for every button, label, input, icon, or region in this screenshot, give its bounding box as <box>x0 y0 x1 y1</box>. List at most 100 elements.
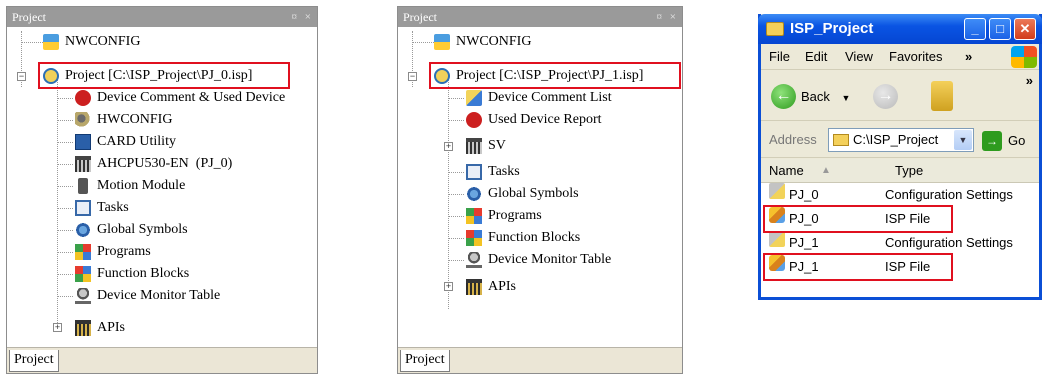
file-type: Configuration Settings <box>885 187 1013 202</box>
tree-item-device-monitor[interactable]: Device Monitor Table <box>75 285 220 307</box>
back-button[interactable]: ← Back ▼ <box>771 84 850 110</box>
panel-title: Project <box>403 10 437 24</box>
address-dropdown-icon[interactable]: ▼ <box>954 130 972 150</box>
tab-project[interactable]: Project <box>400 350 450 372</box>
menu-overflow-chevron-icon[interactable]: » <box>965 44 972 70</box>
apis-icon <box>466 279 482 295</box>
apis-icon <box>75 320 91 336</box>
nwconfig-icon <box>43 34 59 50</box>
tree-item-label: Device Comment & Used Device <box>97 90 286 105</box>
minimize-button[interactable]: _ <box>964 18 986 40</box>
tab-project[interactable]: Project <box>9 350 59 372</box>
toolbar-overflow-chevron-icon[interactable]: » <box>1026 73 1033 88</box>
tree-item-apis[interactable]: APIs <box>466 276 516 298</box>
project-panel-pj0: Project ¤ × − + NWCONFIG Project [C:\ISP… <box>6 6 318 374</box>
tree-item-label: CARD Utility <box>97 134 176 149</box>
file-row[interactable]: PJ_1 Configuration Settings <box>761 231 1039 255</box>
highlight-box <box>763 205 953 233</box>
tree-item-apis[interactable]: APIs <box>75 317 125 339</box>
tree-item-label: NWCONFIG <box>456 34 532 49</box>
tree-item-device-comment-list[interactable]: Device Comment List <box>466 87 612 109</box>
tree-item-global-symbols[interactable]: Global Symbols <box>466 183 579 205</box>
maximize-button[interactable]: □ <box>989 18 1011 40</box>
tree-item-device-monitor[interactable]: Device Monitor Table <box>466 249 611 271</box>
used-device-report-icon <box>466 112 482 128</box>
collapse-toggle[interactable]: − <box>408 72 417 81</box>
tree-item-label: Device Comment List <box>488 90 612 105</box>
column-header-type[interactable]: Type <box>895 159 923 183</box>
tree-item-card-utility[interactable]: CARD Utility <box>75 131 176 153</box>
tree-item-programs[interactable]: Programs <box>75 241 151 263</box>
expand-toggle[interactable]: + <box>444 142 453 151</box>
tree-item-label: Tasks <box>488 164 520 179</box>
panel-footer: Project <box>398 347 682 373</box>
project-panel-pj1: Project ¤ × − + + NWCONFIG Project [C:\I… <box>397 6 683 374</box>
tree-item-label: Motion Module <box>97 178 186 193</box>
file-row[interactable]: PJ_0 Configuration Settings <box>761 183 1039 207</box>
config-file-icon <box>769 231 785 247</box>
device-monitor-icon <box>75 288 91 304</box>
expand-toggle[interactable]: + <box>444 282 453 291</box>
cpu-icon <box>75 156 91 172</box>
dropdown-arrow-icon[interactable]: ▼ <box>842 93 851 103</box>
tree-item-function-blocks[interactable]: Function Blocks <box>466 227 580 249</box>
menu-view[interactable]: View <box>845 44 873 70</box>
tree-item-hwconfig[interactable]: HWCONFIG <box>75 109 172 131</box>
close-icon[interactable]: × <box>670 7 676 27</box>
device-comment-icon <box>75 90 91 106</box>
nwconfig-icon <box>434 34 450 50</box>
address-label: Address <box>769 132 817 147</box>
pin-icon[interactable]: ¤ <box>657 7 663 27</box>
programs-icon <box>75 244 91 260</box>
tree-item-label: HWCONFIG <box>97 112 173 127</box>
tree-item-function-blocks[interactable]: Function Blocks <box>75 263 189 285</box>
close-button[interactable]: ✕ <box>1014 18 1036 40</box>
tree-item-programs[interactable]: Programs <box>466 205 542 227</box>
menu-file[interactable]: File <box>769 44 790 70</box>
column-header-name[interactable]: Name <box>769 159 804 183</box>
tree-item-global-symbols[interactable]: Global Symbols <box>75 219 188 241</box>
menu-bar: File Edit View Favorites » <box>761 44 1039 70</box>
tree-item-label: Programs <box>488 208 542 223</box>
tree-item-used-device-report[interactable]: Used Device Report <box>466 109 602 131</box>
tree-item-tasks[interactable]: Tasks <box>466 161 520 183</box>
file-name: PJ_0 <box>789 187 819 202</box>
tree-item-cpu[interactable]: AHCPU530-EN (PJ_0) <box>75 153 232 175</box>
function-blocks-icon <box>75 266 91 282</box>
window-title: ISP_Project <box>790 20 874 37</box>
tree-item-tasks[interactable]: Tasks <box>75 197 129 219</box>
menu-edit[interactable]: Edit <box>805 44 827 70</box>
tree-item-nwconfig[interactable]: NWCONFIG <box>434 31 531 53</box>
panel-footer: Project <box>7 347 317 373</box>
tree-item-label: NWCONFIG <box>65 34 141 49</box>
close-icon[interactable]: × <box>305 7 311 27</box>
column-headers: Name ▲ Type <box>761 159 1039 183</box>
up-folder-icon[interactable] <box>931 81 953 111</box>
pin-icon[interactable]: ¤ <box>292 7 298 27</box>
tree-item-label: APIs <box>97 320 126 335</box>
folder-icon <box>766 22 784 36</box>
device-comment-list-icon <box>466 90 482 106</box>
forward-button[interactable]: → <box>873 84 898 109</box>
project-tree: − + NWCONFIG Project [C:\ISP_Project\PJ_… <box>7 27 317 347</box>
panel-title-bar: Project ¤ × <box>398 7 682 27</box>
tree-item-label: Global Symbols <box>97 222 188 237</box>
tree-item-sv[interactable]: SV <box>466 135 506 157</box>
window-title-bar[interactable]: ISP_Project _ □ ✕ <box>758 14 1042 44</box>
tree-item-device-comment[interactable]: Device Comment & Used Device <box>75 87 285 109</box>
back-arrow-icon: ← <box>771 84 796 109</box>
file-name: PJ_1 <box>789 235 819 250</box>
back-label: Back <box>801 89 830 104</box>
collapse-toggle[interactable]: − <box>17 72 26 81</box>
expand-toggle[interactable]: + <box>53 323 62 332</box>
tree-item-motion-module[interactable]: Motion Module <box>75 175 185 197</box>
tree-item-label: Global Symbols <box>488 186 579 201</box>
address-field[interactable]: C:\ISP_Project ▼ <box>828 128 974 152</box>
go-button[interactable]: → Go <box>982 130 1025 152</box>
tree-item-label: Used Device Report <box>488 112 602 127</box>
address-value: C:\ISP_Project <box>853 132 939 147</box>
card-utility-icon <box>75 134 91 150</box>
tree-item-nwconfig[interactable]: NWCONFIG <box>43 31 140 53</box>
tree-item-label: AHCPU530-EN (PJ_0) <box>97 156 233 171</box>
menu-favorites[interactable]: Favorites <box>889 44 942 70</box>
